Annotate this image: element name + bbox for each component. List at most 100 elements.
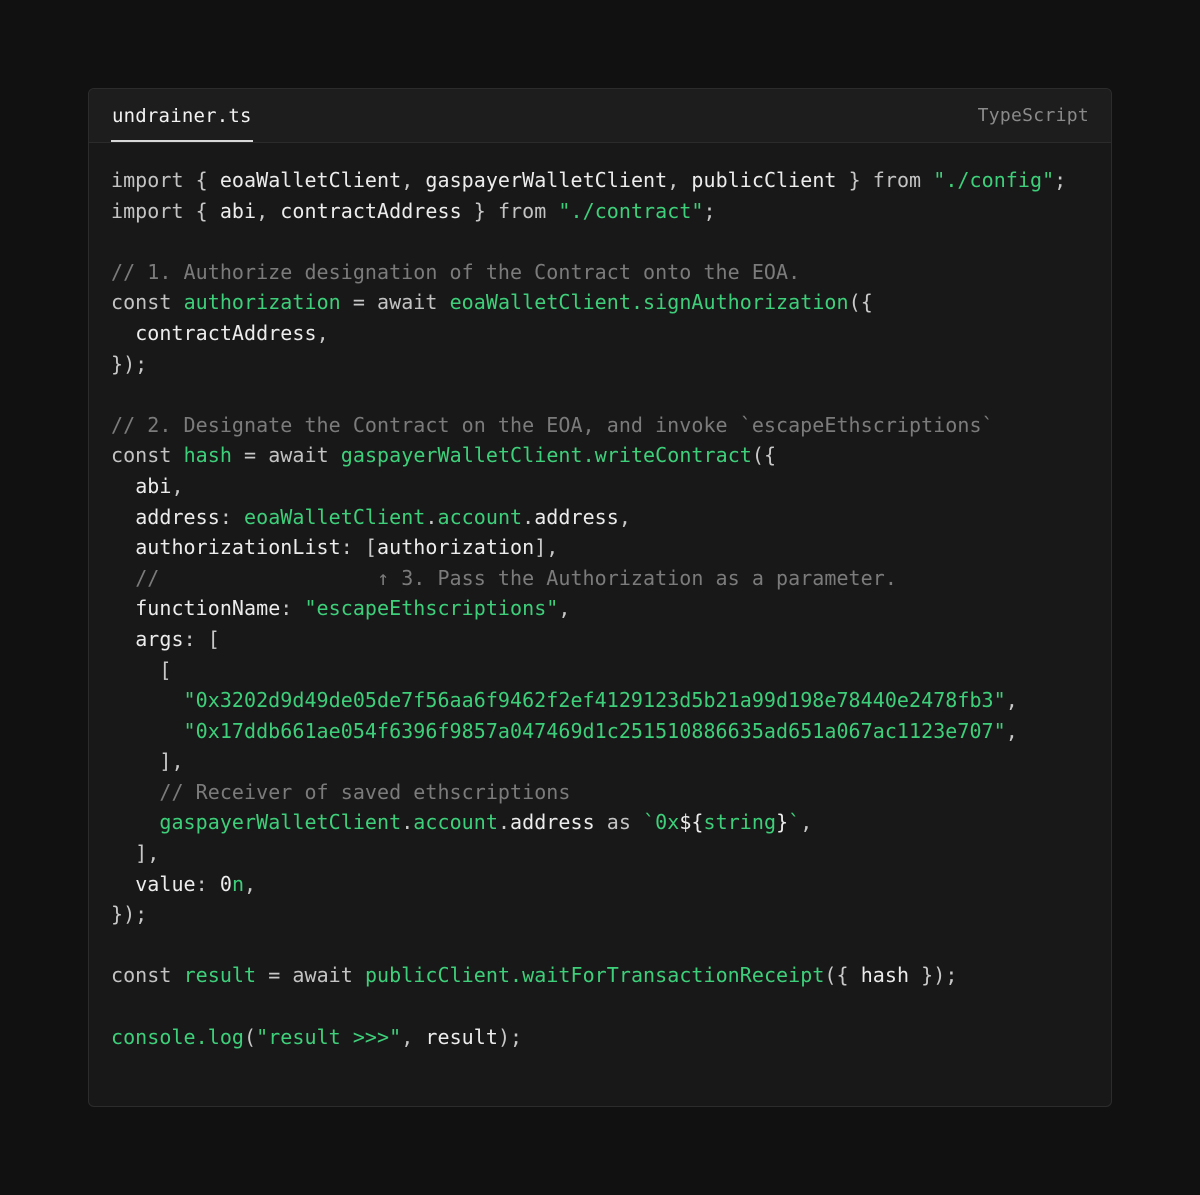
code-token: publicClient.waitForTransactionReceipt <box>364 963 825 988</box>
code-token: eoaWalletClient <box>244 504 426 529</box>
code-comment: // 1. Authorize designation of the Contr… <box>111 259 801 284</box>
code-token: } <box>836 168 873 192</box>
code-token: ], <box>111 841 160 866</box>
code-token: authorizationList <box>135 535 341 560</box>
code-token: , <box>244 871 257 896</box>
code-token: , <box>618 504 631 529</box>
code-token: { <box>183 198 220 223</box>
code-token: ; <box>703 198 716 223</box>
code-token: = <box>256 963 293 988</box>
code-comment: // ↑ 3. Pass the Authorization as a para… <box>135 565 897 590</box>
code-line: console.log("result >>>", result); <box>111 1022 1101 1053</box>
language-label: TypeScript <box>977 105 1089 126</box>
code-line: functionName: "escapeEthscriptions", <box>111 593 1101 624</box>
code-token: result <box>425 1024 498 1049</box>
code-line: // ↑ 3. Pass the Authorization as a para… <box>111 563 1101 594</box>
code-token: , <box>558 596 571 621</box>
code-token: value <box>135 871 196 896</box>
code-line: ​ <box>111 991 1101 1022</box>
code-token: await <box>268 443 329 468</box>
code-line: ​ <box>111 226 1101 257</box>
code-token: string <box>703 810 777 835</box>
code-line: // Receiver of saved ethscriptions <box>111 777 1101 808</box>
code-token: }); <box>909 963 958 988</box>
code-token: abi <box>135 473 172 498</box>
code-token: = <box>231 443 269 468</box>
code-token: , <box>401 1024 426 1049</box>
code-token: result <box>183 963 257 988</box>
code-token: n <box>231 871 245 896</box>
code-token: : <box>219 504 245 529</box>
code-token: const <box>111 963 172 988</box>
code-token: : [ <box>340 535 378 560</box>
code-line: "0x17ddb661ae054f6396f9857a047469d1c2515… <box>111 716 1101 747</box>
code-token: import <box>111 168 184 192</box>
code-line: value: 0n, <box>111 869 1101 900</box>
code-line: "0x3202d9d49de05de7f56aa6f9462f2ef412912… <box>111 685 1101 716</box>
code-token: "0x17ddb661ae054f6396f9857a047469d1c2515… <box>183 718 1006 743</box>
code-line: const authorization = await eoaWalletCli… <box>111 287 1101 318</box>
code-token: await <box>292 963 353 988</box>
code-token: args <box>135 626 184 651</box>
code-line: }); <box>111 349 1101 380</box>
code-token: contractAddress <box>280 198 462 223</box>
code-line: import { eoaWalletClient, gaspayerWallet… <box>111 165 1101 196</box>
code-token: : <box>195 871 220 896</box>
code-token: `0x <box>643 810 680 835</box>
code-token: address <box>135 504 220 529</box>
code-token: ], <box>111 749 184 774</box>
code-token: address <box>534 504 619 529</box>
code-token: : <box>280 596 305 621</box>
code-token: } <box>776 810 789 835</box>
code-line: const hash = await gaspayerWalletClient.… <box>111 440 1101 471</box>
file-tab[interactable]: undrainer.ts <box>111 89 253 142</box>
code-token: gaspayerWalletClient <box>425 168 668 192</box>
code-line: // 1. Authorize designation of the Contr… <box>111 257 1101 288</box>
code-token: const <box>111 443 172 468</box>
code-line: import { abi, contractAddress } from "./… <box>111 196 1101 227</box>
code-token: , <box>171 473 184 498</box>
code-line: }); <box>111 899 1101 930</box>
code-token: : [ <box>183 626 220 651</box>
code-token: eoaWalletClient.signAuthorization <box>449 290 849 315</box>
code-line: gaspayerWalletClient.account.address as … <box>111 807 1101 838</box>
code-token: functionName <box>135 596 281 621</box>
code-token: publicClient <box>691 168 837 192</box>
code-token: ${ <box>679 810 704 835</box>
code-token: , <box>800 810 813 835</box>
code-token: address <box>510 810 595 835</box>
code-panel-header: undrainer.ts TypeScript <box>89 89 1111 143</box>
code-token: ], <box>534 535 559 560</box>
code-token: account <box>413 810 498 835</box>
code-token: . <box>522 504 535 529</box>
code-token: . <box>401 810 414 835</box>
code-token: "escapeEthscriptions" <box>304 596 559 621</box>
code-token: , <box>316 320 329 345</box>
code-token: "./config" <box>933 168 1055 192</box>
code-token: , <box>401 168 426 192</box>
code-token: await <box>377 290 438 315</box>
code-line: const result = await publicClient.waitFo… <box>111 960 1101 991</box>
code-token: ({ <box>824 963 861 988</box>
code-token: hash <box>860 963 910 988</box>
code-token: import <box>111 198 184 223</box>
code-token: from <box>872 168 922 192</box>
code-token: , <box>1005 718 1018 743</box>
